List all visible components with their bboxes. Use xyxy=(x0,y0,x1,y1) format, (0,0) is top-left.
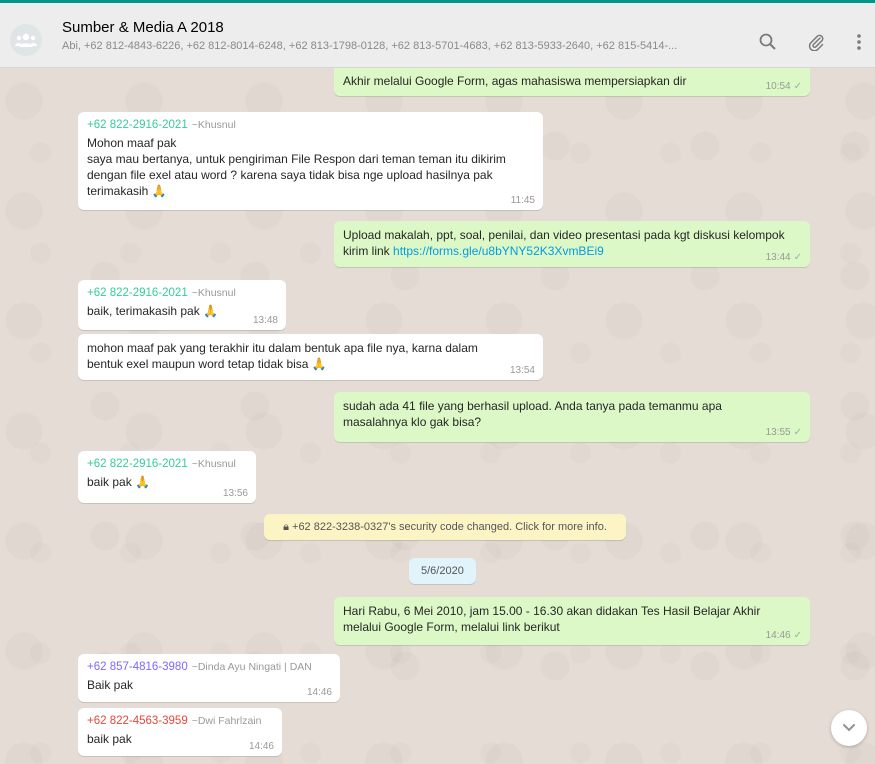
message-time: 13:54 xyxy=(509,365,535,376)
message-incoming[interactable]: +62 822-2916-2021 ~Khusnul baik pak 🙏 13:… xyxy=(78,451,256,503)
message-time: 10:54 xyxy=(765,81,791,92)
message-sender: +62 857-4816-3980 ~Dinda Ayu Ningati | DA… xyxy=(87,660,332,675)
message-sender: +62 822-4563-3959 ~Dwi Fahrlzain xyxy=(87,714,274,729)
message-link[interactable]: https://forms.gle/u8bYNY52K3XvmBEi9 xyxy=(393,244,604,258)
message-incoming[interactable]: +62 822-2916-2021 ~Khusnul Mohon maaf pak… xyxy=(78,112,543,210)
message-sender: +62 822-2916-2021 ~Khusnul xyxy=(87,457,248,472)
group-avatar[interactable] xyxy=(10,24,42,56)
sent-check-icon: ✓ xyxy=(793,81,802,92)
message-time: 13:48 xyxy=(252,315,278,326)
message-meta: 14:46 ✓ xyxy=(766,630,802,641)
sender-name: ~Dinda Ayu Ningati | DAN xyxy=(191,661,312,673)
sent-check-icon: ✓ xyxy=(793,252,802,263)
message-text-block: mohon maaf pak yang terakhir itu dalam b… xyxy=(87,340,517,372)
message-text: Mohon maaf pak saya mau bertanya, untuk … xyxy=(87,136,506,198)
message-text-block: baik, terimakasih pak 🙏 xyxy=(87,303,278,319)
sender-number[interactable]: +62 857-4816-3980 xyxy=(87,661,188,673)
sender-name: ~Dwi Fahrlzain xyxy=(191,715,262,727)
group-icon xyxy=(15,33,37,47)
folded-hands-emoji: 🙏 xyxy=(203,304,219,318)
participants-list: Abi, +62 812-4843-6226, +62 812-8014-624… xyxy=(62,40,678,52)
folded-hands-emoji: 🙏 xyxy=(135,475,150,489)
message-outgoing[interactable]: Akhir melalui Google Form, agas mahasisw… xyxy=(334,68,810,96)
sent-check-icon: ✓ xyxy=(793,427,802,438)
message-text-block: Mohon maaf pak saya mau bertanya, untuk … xyxy=(87,135,532,199)
message-text: baik pak xyxy=(87,475,132,489)
search-icon[interactable] xyxy=(757,31,779,53)
sender-number[interactable]: +62 822-2916-2021 xyxy=(87,119,188,131)
message-text: sudah ada 41 file yang berhasil upload. … xyxy=(343,399,722,429)
group-title: Sumber & Media A 2018 xyxy=(62,19,224,36)
message-outgoing[interactable]: Hari Rabu, 6 Mei 2010, jam 15.00 - 16.30… xyxy=(334,597,810,645)
message-sender: +62 822-2916-2021 ~Khusnul xyxy=(87,118,535,133)
message-text: Baik pak xyxy=(87,678,134,692)
message-text: baik, terimakasih pak xyxy=(87,304,200,318)
paperclip-icon[interactable] xyxy=(805,31,827,53)
sender-name: ~Khusnul xyxy=(191,119,236,131)
lock-icon: 🔒︎ xyxy=(283,521,289,533)
security-notice-text: +62 822-3238-0327's security code change… xyxy=(292,521,607,533)
sender-name: ~Khusnul xyxy=(191,458,236,470)
message-text: Akhir melalui Google Form, agas mahasisw… xyxy=(343,74,687,88)
message-pane[interactable]: Akhir melalui Google Form, agas mahasisw… xyxy=(0,68,875,764)
scroll-to-bottom-button[interactable] xyxy=(831,710,867,746)
message-time: 11:45 xyxy=(510,195,535,206)
message-text: mohon maaf pak yang terakhir itu dalam b… xyxy=(87,341,478,371)
date-divider: 5/6/2020 xyxy=(409,558,476,584)
sender-number[interactable]: +62 822-4563-3959 xyxy=(87,715,188,727)
sender-number[interactable]: +62 822-2916-2021 xyxy=(87,287,188,299)
message-meta: 13:44 ✓ xyxy=(766,252,802,263)
message-meta: 10:54 ✓ xyxy=(766,81,802,92)
message-text: baik pak xyxy=(87,732,132,746)
menu-icon[interactable] xyxy=(848,31,870,53)
sender-number[interactable]: +62 822-2916-2021 xyxy=(87,458,188,470)
message-time: 14:46 xyxy=(765,630,791,641)
message-outgoing[interactable]: Upload makalah, ppt, soal, penilai, dan … xyxy=(334,221,810,267)
chat-info[interactable]: Sumber & Media A 2018 Abi, +62 812-4843-… xyxy=(62,18,742,54)
chevron-down-icon xyxy=(843,724,855,732)
message-incoming[interactable]: mohon maaf pak yang terakhir itu dalam b… xyxy=(78,334,543,380)
message-time: 13:44 xyxy=(765,252,791,263)
message-time: 13:56 xyxy=(222,488,248,499)
message-text-block: Upload makalah, ppt, soal, penilai, dan … xyxy=(343,227,788,259)
folded-hands-emoji: 🙏 xyxy=(311,357,327,371)
folded-hands-emoji: 🙏 xyxy=(151,184,167,198)
sender-name: ~Khusnul xyxy=(191,287,236,299)
message-sender: +62 822-2916-2021 ~Khusnul xyxy=(87,286,278,301)
message-incoming[interactable]: +62 822-4563-3959 ~Dwi Fahrlzain baik pak… xyxy=(78,708,282,756)
message-time: 13:55 xyxy=(765,427,791,438)
message-incoming[interactable]: +62 857-4816-3980 ~Dinda Ayu Ningati | DA… xyxy=(78,654,340,702)
message-meta: 13:55 ✓ xyxy=(766,427,802,438)
message-time: 14:46 xyxy=(248,741,274,752)
message-text: Hari Rabu, 6 Mei 2010, jam 15.00 - 16.30… xyxy=(343,604,761,634)
message-time: 14:46 xyxy=(306,687,332,698)
message-outgoing[interactable]: sudah ada 41 file yang berhasil upload. … xyxy=(334,392,810,442)
message-incoming[interactable]: +62 822-2916-2021 ~Khusnul baik, terimaka… xyxy=(78,280,286,330)
security-code-notice[interactable]: 🔒︎ +62 822-3238-0327's security code cha… xyxy=(264,514,626,540)
sent-check-icon: ✓ xyxy=(793,630,802,641)
chat-header: Sumber & Media A 2018 Abi, +62 812-4843-… xyxy=(0,0,875,68)
